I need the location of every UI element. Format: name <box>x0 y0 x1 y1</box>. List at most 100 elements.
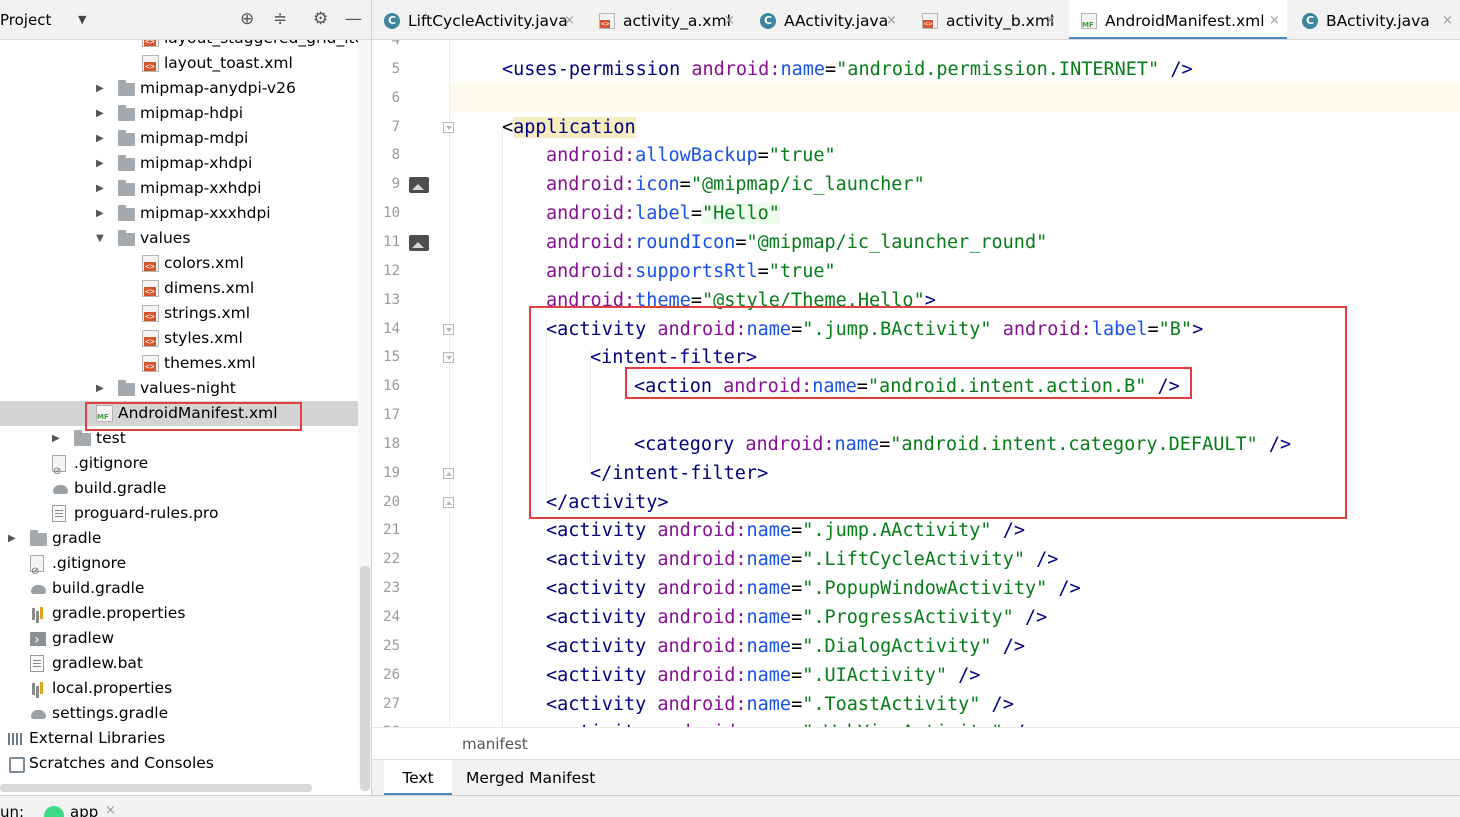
line-number[interactable]: 21 <box>372 522 400 538</box>
close-icon[interactable]: × <box>1442 0 1453 39</box>
close-icon[interactable]: × <box>1269 0 1280 39</box>
tree-item[interactable]: strings.xml <box>0 301 358 326</box>
tree-item[interactable]: ▶ mipmap-mdpi <box>0 126 358 151</box>
fold-collapse-icon[interactable] <box>443 352 454 364</box>
editor-tab[interactable]: activity_b.xml× <box>910 0 1063 39</box>
minimize-icon[interactable]: — <box>345 9 362 29</box>
code-line[interactable]: android:allowBackup="true" <box>546 141 836 170</box>
collapsed-arrow-icon[interactable]: ▶ <box>96 101 108 126</box>
line-number[interactable]: 10 <box>372 205 400 221</box>
code-line[interactable]: <activity android:name=".jump.AActivity"… <box>546 516 1025 545</box>
tree-item[interactable]: colors.xml <box>0 251 358 276</box>
line-number[interactable]: 15 <box>372 349 400 365</box>
line-number[interactable]: 22 <box>372 551 400 567</box>
close-icon[interactable]: × <box>105 803 116 817</box>
code-line[interactable]: <activity android:name=".DialogActivity"… <box>546 632 1025 661</box>
line-number[interactable]: 23 <box>372 580 400 596</box>
tree-item[interactable]: ▶ mipmap-hdpi <box>0 101 358 126</box>
line-number[interactable]: 13 <box>372 292 400 308</box>
code-editor[interactable]: 4 5 6 7 8 9 10 11 12 13 14 15 16 17 18 19 20 21 22 23 24 25 26… <box>372 40 1460 727</box>
tree-item[interactable]: layout_toast.xml <box>0 51 358 76</box>
code-line[interactable]: android:roundIcon="@mipmap/ic_launcher_r… <box>546 228 1047 257</box>
line-number[interactable]: 18 <box>372 436 400 452</box>
close-icon[interactable]: × <box>564 0 575 39</box>
tree-item[interactable]: ▶ mipmap-anydpi-v26 <box>0 76 358 101</box>
line-number[interactable]: 8 <box>372 147 400 163</box>
tab-merged-manifest[interactable]: Merged Manifest <box>466 760 606 796</box>
line-number[interactable]: 9 <box>372 176 400 192</box>
fold-collapse-icon[interactable] <box>443 323 454 335</box>
editor-tab[interactable]: activity_a.xml× <box>587 0 742 39</box>
line-number[interactable]: 25 <box>372 638 400 654</box>
tree-item[interactable]: .gitignore <box>0 451 358 484</box>
collapsed-arrow-icon[interactable]: ▶ <box>96 151 108 176</box>
line-number[interactable]: 11 <box>372 234 400 250</box>
editor-tab[interactable]: AndroidManifest.xml× <box>1069 0 1287 39</box>
tree-item[interactable]: gradlew <box>0 626 358 653</box>
tree-item[interactable]: build.gradle <box>0 576 358 601</box>
tree-item[interactable]: ▶ mipmap-xxhdpi <box>0 176 358 201</box>
line-number[interactable]: 6 <box>372 90 400 106</box>
tree-item[interactable]: dimens.xml <box>0 276 358 301</box>
line-number[interactable]: 16 <box>372 378 400 394</box>
collapsed-arrow-icon[interactable]: ▶ <box>96 126 108 151</box>
editor-tab[interactable]: AActivity.java× <box>748 0 904 39</box>
gear-icon[interactable]: ⚙ <box>313 9 328 29</box>
code-line[interactable]: <activity android:name=".UIActivity" /> <box>546 661 980 690</box>
run-config-tab[interactable]: app <box>70 803 98 817</box>
collapsed-arrow-icon[interactable]: ▶ <box>52 426 64 451</box>
tree-item[interactable]: ▶ gradle <box>0 526 358 551</box>
code-line[interactable]: <activity android:name=".WebViewActivity… <box>546 718 1036 727</box>
code-line[interactable]: <activity android:name=".LiftCycleActivi… <box>546 545 1058 574</box>
close-icon[interactable]: × <box>886 0 897 39</box>
fold-end-icon[interactable] <box>443 496 454 508</box>
tree-item[interactable]: External Libraries <box>0 726 358 751</box>
close-icon[interactable]: × <box>1045 0 1056 39</box>
code-line[interactable]: <application <box>502 113 636 142</box>
tree-item[interactable]: ▶ mipmap-xhdpi <box>0 151 358 176</box>
tree-item[interactable]: ▶ mipmap-xxxhdpi <box>0 201 358 226</box>
code-line[interactable]: <activity android:name=".ProgressActivit… <box>546 603 1047 632</box>
collapsed-arrow-icon[interactable]: ▶ <box>8 526 20 551</box>
tab-text[interactable]: Text <box>384 760 452 796</box>
tree-item[interactable]: styles.xml <box>0 326 358 351</box>
image-preview-icon[interactable] <box>409 234 429 251</box>
line-number[interactable]: 4 <box>372 40 400 48</box>
editor-tab[interactable]: BActivity.java × <box>1290 0 1460 39</box>
collapsed-arrow-icon[interactable]: ▶ <box>96 76 108 101</box>
expanded-arrow-icon[interactable]: ▼ <box>96 226 108 251</box>
code-line[interactable]: <activity android:name=".ToastActivity" … <box>546 690 1014 719</box>
line-number[interactable]: 19 <box>372 465 400 481</box>
line-number[interactable]: 20 <box>372 494 400 510</box>
tree-item[interactable]: ▼ values <box>0 226 358 251</box>
collapsed-arrow-icon[interactable]: ▶ <box>96 176 108 201</box>
line-number[interactable]: 12 <box>372 263 400 279</box>
collapsed-arrow-icon[interactable]: ▶ <box>96 201 108 226</box>
locate-icon[interactable]: ⊕ <box>240 9 254 29</box>
project-view-title[interactable]: Project <box>0 11 51 29</box>
chevron-down-icon[interactable]: ▼ <box>78 13 86 26</box>
fold-collapse-icon[interactable] <box>443 121 454 133</box>
project-scrollbar-thumb[interactable] <box>360 566 370 791</box>
tree-item[interactable]: layout_staggered_grid_item. <box>0 40 358 51</box>
fold-end-icon[interactable] <box>443 467 454 479</box>
tree-item[interactable]: local.properties <box>0 676 358 701</box>
code-line[interactable]: <uses-permission android:name="android.p… <box>502 55 1193 84</box>
line-number[interactable]: 27 <box>372 696 400 712</box>
project-horizontal-scrollbar[interactable] <box>0 784 312 792</box>
tree-item[interactable]: proguard-rules.pro <box>0 501 358 526</box>
line-number[interactable]: 5 <box>372 61 400 77</box>
collapsed-arrow-icon[interactable]: ▶ <box>96 376 108 401</box>
line-number[interactable]: 14 <box>372 321 400 337</box>
code-line[interactable]: android:supportsRtl="true" <box>546 257 836 286</box>
line-number[interactable]: 26 <box>372 667 400 683</box>
line-number[interactable]: 17 <box>372 407 400 423</box>
code-line[interactable]: android:icon="@mipmap/ic_launcher" <box>546 170 925 199</box>
editor-tab[interactable]: LiftCycleActivity.java× <box>372 0 582 39</box>
tree-item[interactable]: gradle.properties <box>0 601 358 626</box>
code-line[interactable]: <activity android:name=".PopupWindowActi… <box>546 574 1081 603</box>
breadcrumb-item-manifest[interactable]: manifest <box>462 735 528 753</box>
tree-item[interactable]: themes.xml <box>0 351 358 376</box>
tree-item[interactable]: gradlew.bat <box>0 651 358 676</box>
close-icon[interactable]: × <box>724 0 735 39</box>
